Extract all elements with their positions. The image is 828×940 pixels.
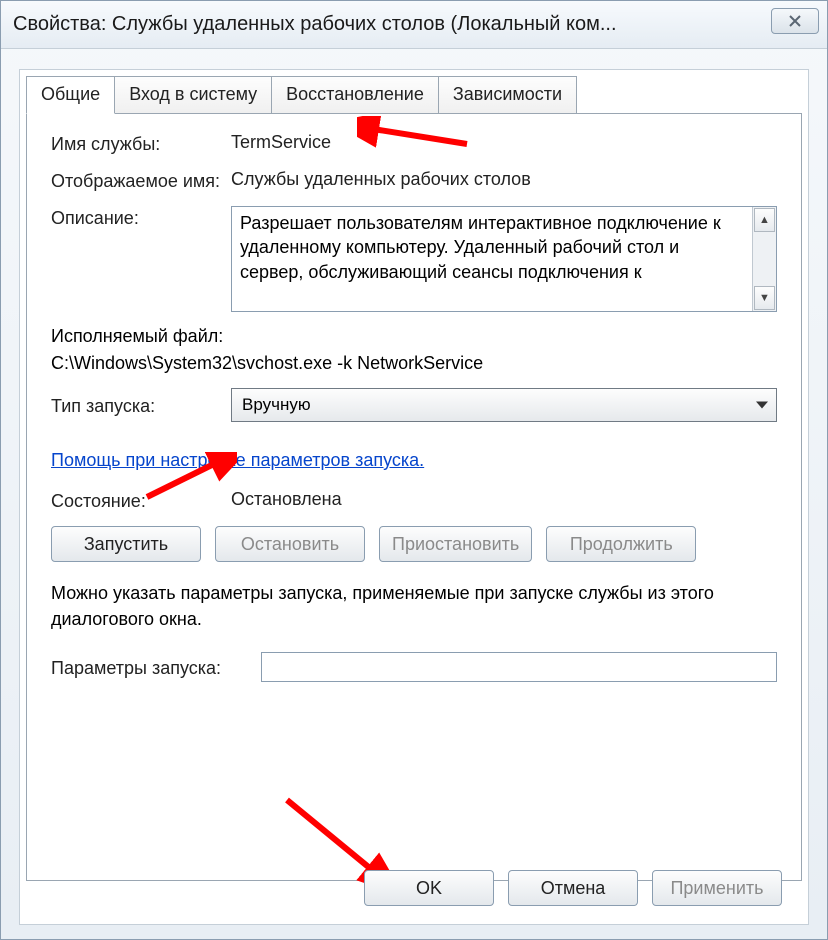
- stop-button[interactable]: Остановить: [215, 526, 365, 562]
- label-description: Описание:: [51, 206, 231, 229]
- properties-dialog: Свойства: Службы удаленных рабочих столо…: [0, 0, 828, 940]
- tab-general[interactable]: Общие: [26, 76, 115, 114]
- ok-button[interactable]: OK: [364, 870, 494, 906]
- titlebar: Свойства: Службы удаленных рабочих столо…: [1, 1, 827, 49]
- label-start-params: Параметры запуска:: [51, 656, 261, 679]
- start-button[interactable]: Запустить: [51, 526, 201, 562]
- window-title: Свойства: Службы удаленных рабочих столо…: [13, 13, 771, 36]
- scroll-down-icon[interactable]: ▼: [754, 286, 775, 310]
- start-params-input[interactable]: [261, 652, 777, 682]
- value-status: Остановлена: [231, 489, 777, 510]
- label-service-name: Имя службы:: [51, 132, 231, 155]
- client-area: Общие Вход в систему Восстановление Зави…: [19, 69, 809, 925]
- value-display-name: Службы удаленных рабочих столов: [231, 169, 777, 190]
- tab-panel-general: Имя службы: TermService Отображаемое имя…: [26, 113, 802, 881]
- value-description: Разрешает пользователям интерактивное по…: [232, 207, 752, 311]
- label-executable: Исполняемый файл:: [51, 326, 777, 347]
- label-startup-type: Тип запуска:: [51, 394, 231, 417]
- description-scrollbar[interactable]: ▲ ▼: [752, 207, 776, 311]
- close-icon: [788, 15, 802, 27]
- pause-button[interactable]: Приостановить: [379, 526, 532, 562]
- startup-type-dropdown[interactable]: Вручную: [231, 388, 777, 422]
- chevron-down-icon: [756, 402, 768, 409]
- label-display-name: Отображаемое имя:: [51, 169, 231, 192]
- resume-button[interactable]: Продолжить: [546, 526, 696, 562]
- label-status: Состояние:: [51, 489, 231, 512]
- help-startup-link[interactable]: Помощь при настройке параметров запуска.: [51, 450, 424, 471]
- close-button[interactable]: [771, 8, 819, 34]
- startup-type-value: Вручную: [242, 395, 311, 415]
- value-executable-path: C:\Windows\System32\svchost.exe -k Netwo…: [51, 353, 777, 374]
- footer-buttons: OK Отмена Применить: [364, 870, 782, 906]
- tab-strip: Общие Вход в систему Восстановление Зави…: [26, 76, 814, 113]
- scroll-up-icon[interactable]: ▲: [754, 208, 775, 232]
- tab-logon[interactable]: Вход в систему: [114, 76, 272, 113]
- cancel-button[interactable]: Отмена: [508, 870, 638, 906]
- tab-recovery[interactable]: Восстановление: [271, 76, 439, 113]
- description-box: Разрешает пользователям интерактивное по…: [231, 206, 777, 312]
- apply-button[interactable]: Применить: [652, 870, 782, 906]
- tab-dependencies[interactable]: Зависимости: [438, 76, 577, 113]
- start-params-note: Можно указать параметры запуска, применя…: [51, 580, 777, 632]
- value-service-name: TermService: [231, 132, 777, 153]
